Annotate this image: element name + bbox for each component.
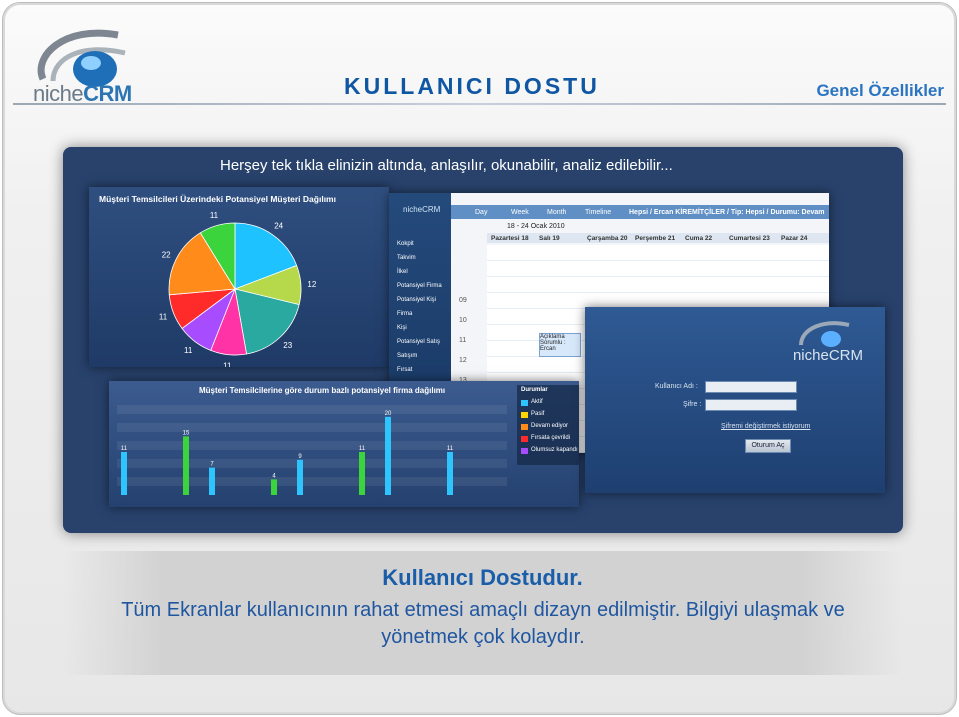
sidebar-item[interactable]: Takvim	[397, 255, 416, 261]
sidebar-item[interactable]: Fırsat	[397, 367, 412, 373]
panel-caption: Herşey tek tıkla elinizin altında, anlaş…	[220, 157, 673, 174]
forgot-password-link[interactable]: Şifremi değiştirmek istiyorum	[721, 423, 810, 430]
legend-swatch	[521, 400, 528, 406]
pie-slice-label: 11	[223, 362, 232, 367]
header-divider	[13, 103, 946, 105]
bar	[447, 452, 453, 495]
day-header: Cumartesi 23	[729, 235, 770, 242]
bar	[121, 452, 127, 495]
day-header: Perşembe 21	[635, 235, 676, 242]
bar-chart: 1115749112011	[117, 405, 507, 495]
sidebar-item[interactable]: Potansiyel Kişi	[397, 297, 436, 303]
tab-month[interactable]: Month	[547, 207, 566, 219]
tab-day[interactable]: Day	[475, 207, 487, 219]
username-label: Kullanıcı Adı :	[655, 383, 698, 390]
bottom-heading: Kullanıcı Dostudur.	[382, 565, 583, 590]
legend-swatch	[521, 424, 528, 430]
grid-band	[117, 423, 507, 432]
bottom-text: Tüm Ekranlar kullanıcının rahat etmesi a…	[121, 599, 845, 648]
pie-chart-window: Müşteri Temsilcileri Üzerindeki Potansiy…	[89, 187, 389, 367]
calendar-filter[interactable]: Hepsi / Ercan KİREMİTÇİLER / Tip: Hepsi …	[629, 207, 825, 219]
pie-slice-label: 22	[162, 250, 171, 259]
login-window: nicheCRM Kullanıcı Adı : Şifre : Şifremi…	[585, 307, 885, 493]
sidebar-item[interactable]: İlkel	[397, 269, 408, 275]
legend-item: Devam ediyor	[531, 423, 569, 429]
bar-legend: Durumlar Aktif Pasif Devam ediyor Fırsat…	[517, 385, 579, 465]
tab-timeline[interactable]: Timeline	[585, 207, 611, 219]
bar	[209, 467, 215, 495]
calendar-date-range: 18 - 24 Ocak 2010	[507, 223, 565, 230]
username-input[interactable]	[705, 381, 797, 393]
calendar-logo: nicheCRM	[403, 205, 441, 214]
bar	[385, 416, 391, 495]
calendar-event[interactable]: Açıklama Sorumlu : Ercan	[539, 333, 581, 357]
legend-swatch	[521, 412, 528, 418]
tab-week[interactable]: Week	[511, 207, 529, 219]
day-header: Salı 19	[539, 235, 560, 242]
sidebar-item[interactable]: Kokpit	[397, 241, 414, 247]
grid-band	[117, 405, 507, 414]
bar-label: 11	[121, 446, 128, 452]
legend-item: Olumsuz kapandı	[531, 447, 578, 453]
legend-title: Durumlar	[521, 387, 548, 393]
password-input[interactable]	[705, 399, 797, 411]
legend-swatch	[521, 436, 528, 442]
bar-label: 20	[385, 411, 392, 417]
bar	[359, 452, 365, 495]
legend-swatch	[521, 448, 528, 454]
pie-slice-label: 11	[184, 346, 193, 355]
screenshot-panel: Herşey tek tıkla elinizin altında, anlaş…	[63, 147, 903, 533]
bar-label: 15	[183, 430, 190, 436]
slide-frame: nicheCRM KULLANICI DOSTU Genel Özellikle…	[2, 2, 957, 715]
pie-slice-label: 23	[283, 341, 292, 350]
legend-item: Fırsata çevrildi	[531, 435, 571, 441]
bar-label: 11	[359, 446, 366, 452]
hour-label: 10	[459, 317, 467, 324]
sidebar-item[interactable]: Firma	[397, 311, 412, 317]
bar-chart-window: Müşteri Temsilcilerine göre durum bazlı …	[109, 381, 579, 507]
sidebar-item[interactable]: Potansiyel Satış	[397, 339, 440, 345]
login-logo-wordmark: nicheCRM	[792, 347, 863, 364]
pie-slice-label: 11	[210, 211, 219, 220]
hour-label: 12	[459, 357, 467, 364]
day-header: Pazartesi 18	[491, 235, 529, 242]
page-subtitle: Genel Özellikler	[816, 81, 944, 100]
pie-slice-label: 24	[274, 222, 283, 231]
day-header: Cuma 22	[685, 235, 713, 242]
day-header: Pazar 24	[781, 235, 808, 242]
pie-slice-label: 11	[159, 312, 168, 321]
legend-item: Aktif	[531, 399, 543, 405]
sidebar-item[interactable]: Satışım	[397, 353, 417, 359]
hour-label: 11	[459, 337, 467, 344]
bar-label: 11	[447, 446, 454, 452]
bar	[183, 436, 189, 495]
pie-chart: 24 12 23 11 11 11 22 11	[159, 211, 317, 367]
page-title: KULLANICI DOSTU	[344, 73, 600, 99]
pie-slice-label: 12	[307, 280, 316, 289]
bar	[297, 459, 303, 495]
password-label: Şifre :	[683, 401, 702, 408]
sidebar-item[interactable]: Kişi	[397, 325, 407, 331]
bar	[271, 479, 277, 495]
hour-label: 09	[459, 297, 467, 304]
sidebar-item[interactable]: Potansiyel Firma	[397, 283, 442, 289]
login-button[interactable]: Oturum Aç	[745, 439, 791, 453]
day-header: Çarşamba 20	[587, 235, 628, 242]
bar-label: 9	[298, 454, 302, 460]
legend-item: Pasif	[531, 411, 545, 417]
